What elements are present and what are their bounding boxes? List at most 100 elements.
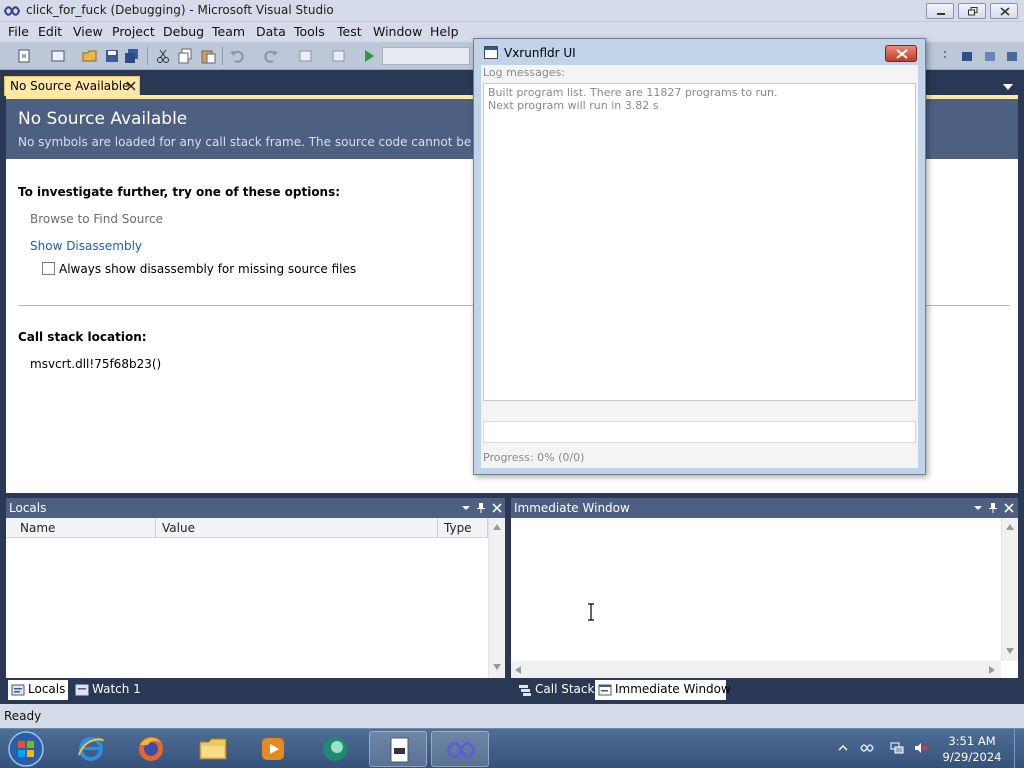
network-icon[interactable] <box>890 741 904 755</box>
title-bar: click_for_fuck (Debugging) - Microsoft V… <box>0 0 1024 22</box>
volume-muted-icon[interactable] <box>914 741 928 755</box>
column-header-value[interactable]: Value <box>156 518 438 538</box>
menu-project[interactable]: Project <box>112 24 155 39</box>
progress-text: Progress: 0% (0/0) <box>483 451 585 464</box>
menu-debug[interactable]: Debug <box>163 24 204 39</box>
break-all-icon[interactable] <box>982 48 998 64</box>
menu-data[interactable]: Data <box>256 24 286 39</box>
document-dropdown-icon[interactable] <box>1003 84 1013 90</box>
visual-studio-logo-icon <box>4 6 20 16</box>
close-button[interactable] <box>990 3 1018 19</box>
dialog-close-button[interactable] <box>885 45 917 62</box>
open-file-icon[interactable] <box>82 48 98 64</box>
tab-watch-1[interactable]: Watch 1 <box>72 680 142 700</box>
copy-icon[interactable] <box>177 48 193 64</box>
column-header-name[interactable]: Name <box>6 518 156 538</box>
text-cursor-icon <box>588 603 594 621</box>
restore-button[interactable] <box>958 3 986 19</box>
taskbar-media-player[interactable] <box>244 731 302 767</box>
immediate-vertical-scrollbar[interactable] <box>1001 518 1018 661</box>
scroll-down-icon[interactable] <box>493 664 501 670</box>
cut-icon[interactable] <box>155 48 171 64</box>
menu-test[interactable]: Test <box>337 24 362 39</box>
status-bar: Ready <box>0 704 1024 728</box>
immediate-editor[interactable] <box>511 518 1018 678</box>
minimize-button[interactable] <box>926 3 954 19</box>
close-pane-icon[interactable] <box>1003 502 1015 514</box>
add-item-icon[interactable] <box>50 48 66 64</box>
banner-subtitle: No symbols are loaded for any call stack… <box>18 135 537 149</box>
tab-locals[interactable]: Locals <box>8 680 68 700</box>
menu-tools[interactable]: Tools <box>294 24 325 39</box>
navigate-forward-icon[interactable] <box>330 48 346 64</box>
menu-window[interactable]: Window <box>373 24 422 39</box>
close-tab-icon[interactable] <box>125 80 137 92</box>
tab-label: No Source Available <box>10 79 130 93</box>
show-desktop-button[interactable] <box>1014 729 1024 768</box>
toolbar-separator <box>147 47 148 65</box>
save-all-icon[interactable] <box>124 48 140 64</box>
show-hidden-icons-icon[interactable] <box>838 741 848 755</box>
taskbar-file-explorer[interactable] <box>184 731 242 767</box>
immediate-horizontal-scrollbar[interactable] <box>511 661 1001 678</box>
tab-immediate-window[interactable]: Immediate Window <box>595 680 731 700</box>
paste-icon[interactable] <box>200 48 216 64</box>
dialog-client-area: Log messages: Built program list. There … <box>481 65 918 468</box>
call-stack-icon <box>519 685 531 696</box>
window-position-dropdown-icon[interactable] <box>460 502 472 514</box>
immediate-window: Immediate Window <box>511 498 1018 680</box>
undo-icon[interactable] <box>229 48 245 64</box>
save-icon[interactable] <box>104 48 120 64</box>
start-debugging-icon[interactable] <box>361 48 377 64</box>
taskbar-browser[interactable] <box>306 731 364 767</box>
close-icon <box>896 49 908 59</box>
toolbar-grip-icon <box>944 51 946 58</box>
call-stack-frame: msvcrt.dll!75f68b23() <box>30 357 162 371</box>
window-position-dropdown-icon[interactable] <box>972 502 984 514</box>
solution-configuration-combo[interactable] <box>382 47 470 65</box>
taskbar: 3:51 AM 9/29/2024 <box>0 728 1024 768</box>
locals-header: Locals <box>6 498 505 518</box>
scroll-left-icon[interactable] <box>515 666 521 674</box>
restore-icon <box>968 7 978 16</box>
menu-file[interactable]: File <box>8 24 29 39</box>
scroll-down-icon[interactable] <box>1006 648 1014 654</box>
auto-hide-pin-icon[interactable] <box>475 502 487 514</box>
menu-view[interactable]: View <box>73 24 103 39</box>
document-icon <box>390 737 409 763</box>
command-input[interactable] <box>483 421 916 443</box>
auto-hide-pin-icon[interactable] <box>987 502 999 514</box>
minimize-icon <box>937 13 945 15</box>
stop-debugging-icon[interactable] <box>959 48 975 64</box>
taskbar-clock[interactable]: 3:51 AM 9/29/2024 <box>940 733 1004 765</box>
tab-no-source-available[interactable]: No Source Available <box>4 76 140 96</box>
file-explorer-icon <box>199 738 227 760</box>
show-disassembly-link[interactable]: Show Disassembly <box>30 239 142 253</box>
visual-studio-tray-icon[interactable] <box>860 741 874 755</box>
scroll-right-icon[interactable] <box>989 666 995 674</box>
taskbar-document[interactable] <box>369 731 427 767</box>
tab-call-stack[interactable]: Call Stack <box>515 680 594 700</box>
menu-team[interactable]: Team <box>212 24 245 39</box>
browse-to-find-source-link[interactable]: Browse to Find Source <box>30 212 163 226</box>
media-player-icon <box>262 738 284 760</box>
taskbar-firefox[interactable] <box>122 731 180 767</box>
always-show-disassembly-checkbox[interactable] <box>42 262 55 275</box>
menu-edit[interactable]: Edit <box>38 24 62 39</box>
taskbar-visual-studio[interactable] <box>431 731 489 767</box>
menu-help[interactable]: Help <box>430 24 459 39</box>
locals-vertical-scrollbar[interactable] <box>488 518 505 678</box>
investigate-heading: To investigate further, try one of these… <box>18 185 341 199</box>
navigate-backward-icon[interactable] <box>298 48 314 64</box>
restart-icon[interactable] <box>1004 48 1020 64</box>
scroll-up-icon[interactable] <box>1006 524 1014 530</box>
redo-icon[interactable] <box>263 48 279 64</box>
taskbar-internet-explorer[interactable] <box>62 731 120 767</box>
new-project-icon[interactable] <box>16 48 32 64</box>
log-messages-box[interactable]: Built program list. There are 11827 prog… <box>483 83 916 401</box>
locals-icon <box>11 684 25 696</box>
close-pane-icon[interactable] <box>491 502 503 514</box>
start-button-icon[interactable] <box>4 730 48 768</box>
column-header-type[interactable]: Type <box>438 518 488 538</box>
scroll-up-icon[interactable] <box>493 524 501 530</box>
